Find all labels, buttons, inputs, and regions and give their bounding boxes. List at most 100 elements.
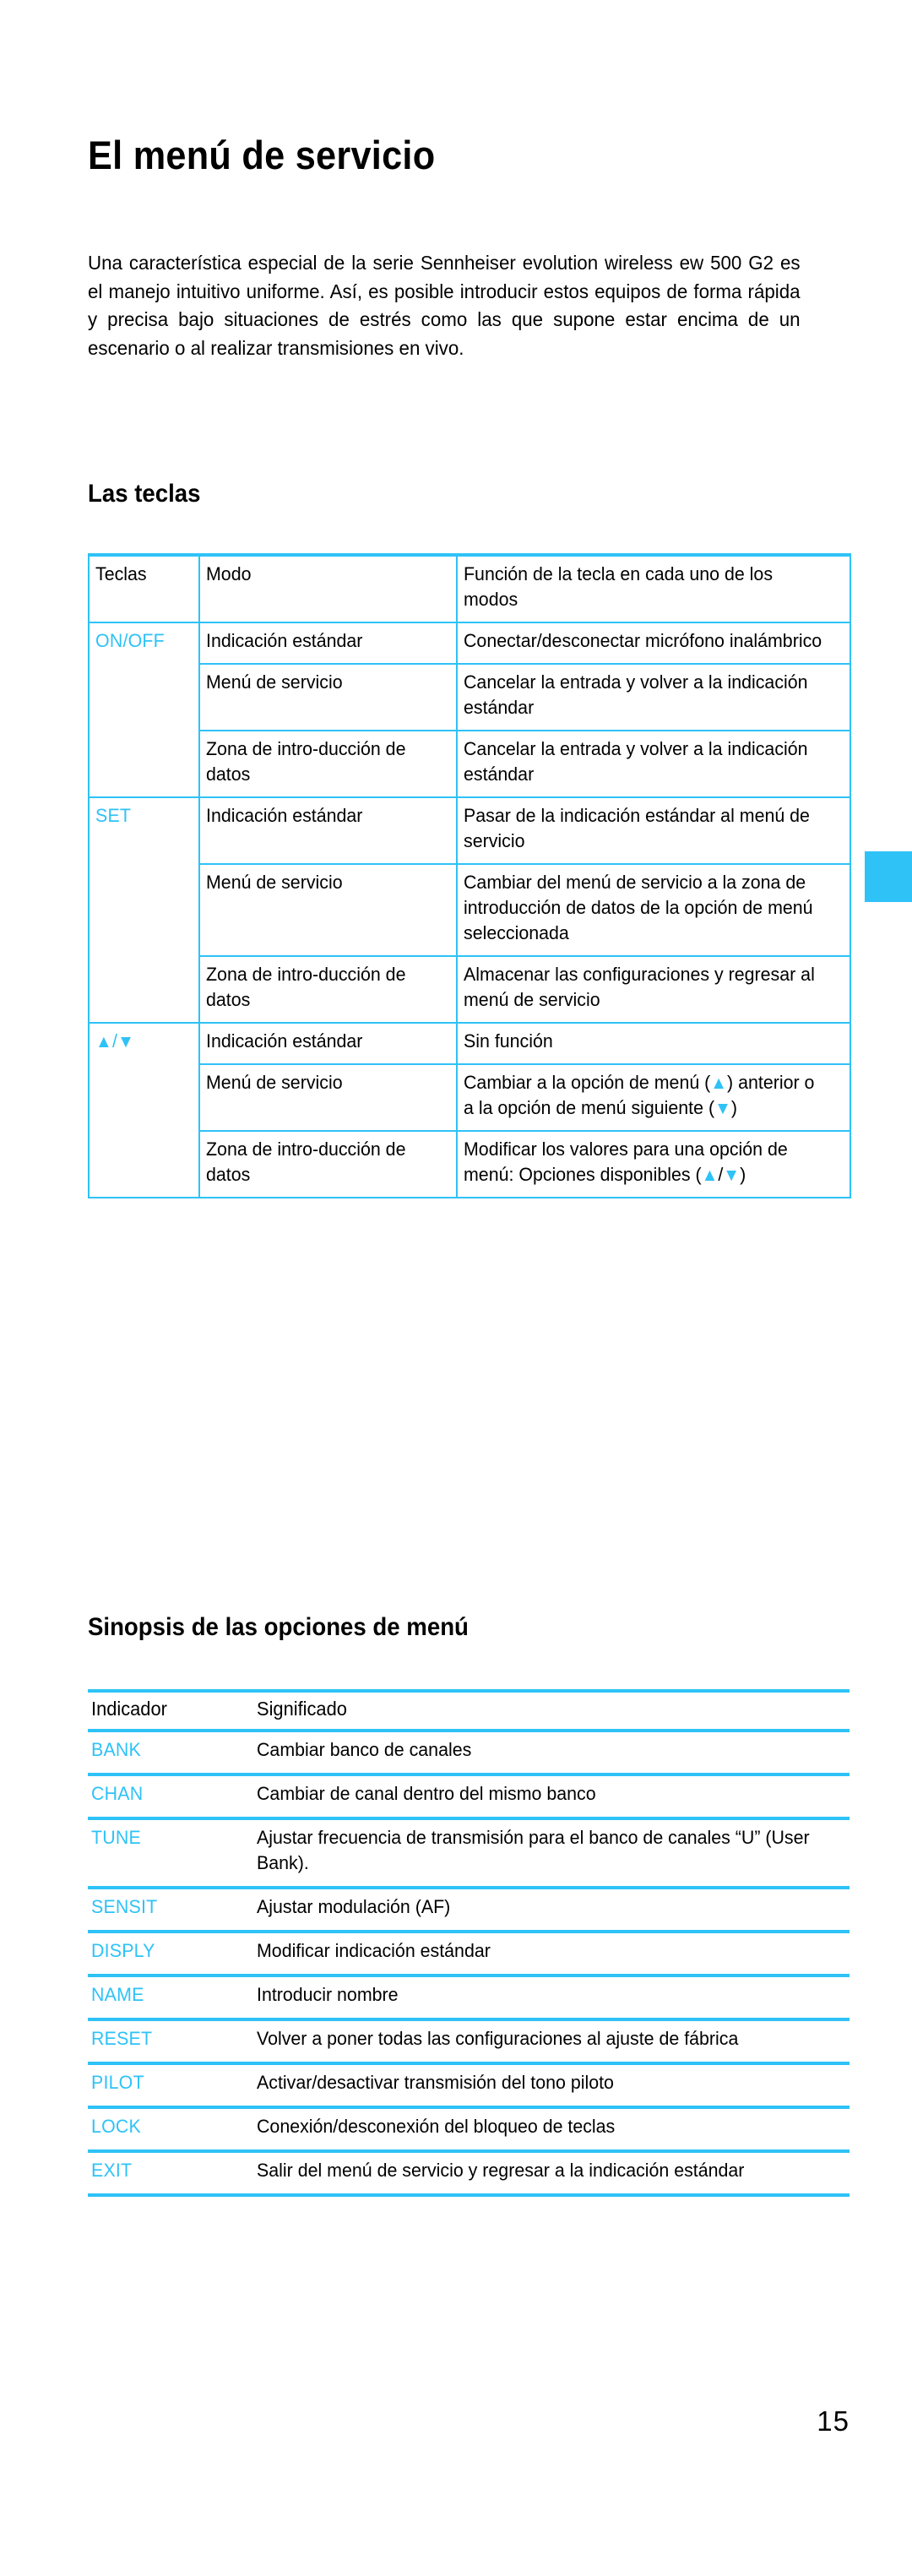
menu-code-reset: RESET [91,2028,153,2049]
function-cell: Cambiar a la opción de menú (▲) anterior… [456,1063,851,1132]
mode-cell: Menú de servicio [198,1063,458,1132]
mode-cell: Indicación estándar [198,1022,458,1065]
table-row: BANK Cambiar banco de canales [88,1729,850,1774]
function-label: Modificar los valores para una opción de… [464,1139,788,1185]
function-label: Sin función [464,1030,553,1052]
indicator-cell: CHAN [88,1773,253,1818]
menu-code-name: NAME [91,1984,144,2005]
table-row: Zona de intro-ducción de datos Cancelar … [89,730,851,798]
section-heading-menu-options: Sinopsis de las opciones de menú [88,1613,469,1641]
meaning-label: Ajustar frecuencia de transmisión para e… [257,1827,810,1873]
meaning-cell: Salir del menú de servicio y regresar a … [253,2149,850,2197]
function-cell: Conectar/desconectar micrófono inalámbri… [456,622,851,665]
function-label: Conectar/desconectar micrófono inalámbri… [464,630,822,651]
mode-label: Zona de intro-ducción de datos [206,738,406,785]
header-indicator: Indicador [88,1689,253,1731]
arrow-down-icon: ▼ [117,1032,135,1052]
key-cell-set: SET [88,796,200,1024]
indicator-cell: LOCK [88,2106,253,2151]
table-row: TUNE Ajustar frecuencia de transmisión p… [88,1817,850,1888]
mode-label: Menú de servicio [206,872,343,893]
menu-code-sensit: SENSIT [91,1896,158,1917]
table-row: ▲/▼ Indicación estándar Sin función [88,1022,851,1198]
key-label-onoff: ON/OFF [95,630,165,651]
chapter-edge-tab-marker [865,851,912,902]
mode-cell: Zona de intro-ducción de datos [198,1130,458,1198]
intro-text: Una característica especial de la serie … [88,252,801,359]
mode-cell: Menú de servicio [198,663,458,731]
meaning-cell: Ajustar modulación (AF) [253,1886,850,1932]
indicator-cell: NAME [88,1974,253,2019]
meaning-cell: Volver a poner todas las configuraciones… [253,2018,850,2063]
meaning-cell: Introducir nombre [253,1974,850,2019]
meaning-label: Modificar indicación estándar [257,1940,491,1961]
function-label: Cancelar la entrada y volver a la indica… [464,738,808,785]
header-meaning-label: Significado [257,1698,347,1720]
key-cell-onoff: ON/OFF [88,622,200,798]
mode-cell: Indicación estándar [198,796,458,865]
meaning-cell: Conexión/desconexión del bloqueo de tecl… [253,2106,850,2151]
mode-label: Zona de intro-ducción de datos [206,1139,406,1185]
table-row: Menú de servicio Cambiar del menú de ser… [89,863,851,957]
menu-code-lock: LOCK [91,2116,141,2137]
function-label: Pasar de la indicación estándar al menú … [464,805,810,851]
menu-code-bank: BANK [91,1739,141,1760]
table-row: ON/OFF Indicación estándar Conectar/desc… [88,622,851,798]
mode-cell: Indicación estándar [198,622,458,665]
meaning-cell: Cambiar de canal dentro del mismo banco [253,1773,850,1818]
indicator-cell: EXIT [88,2149,253,2197]
mode-cell: Zona de intro-ducción de datos [198,730,458,798]
intro-paragraph: Una característica especial de la serie … [88,249,801,362]
meaning-label: Conexión/desconexión del bloqueo de tecl… [257,2116,616,2137]
function-cell: Cancelar la entrada y volver a la indica… [456,730,851,798]
table-row: LOCK Conexión/desconexión del bloqueo de… [88,2106,850,2151]
indicator-cell: DISPLY [88,1930,253,1975]
function-cell: Cambiar del menú de servicio a la zona d… [456,863,851,957]
menu-code-exit: EXIT [91,2160,133,2181]
table-row: SENSIT Ajustar modulación (AF) [88,1886,850,1932]
keys-table: Teclas Modo Función de la tecla en cada … [88,553,851,1198]
meaning-label: Volver a poner todas las configuraciones… [257,2028,739,2049]
function-label: Cambiar del menú de servicio a la zona d… [464,872,813,943]
indicator-cell: BANK [88,1729,253,1774]
keys-table-container: Teclas Modo Función de la tecla en cada … [88,553,851,1198]
header-indicator-label: Indicador [91,1698,167,1720]
indicator-cell: RESET [88,2018,253,2063]
header-meaning: Significado [253,1689,850,1731]
header-function: Función de la tecla en cada uno de los m… [456,553,851,623]
table-row: RESET Volver a poner todas las configura… [88,2018,850,2063]
table-row: Menú de servicio Cancelar la entrada y v… [89,663,851,731]
table-row: EXIT Salir del menú de servicio y regres… [88,2149,850,2197]
function-cell: Cancelar la entrada y volver a la indica… [456,663,851,731]
menu-options-table-container: Indicador Significado BANK Cambiar banco… [88,1689,850,2197]
meaning-label: Salir del menú de servicio y regresar a … [257,2160,745,2181]
mode-label: Indicación estándar [206,630,363,651]
mode-label: Zona de intro-ducción de datos [206,964,406,1010]
key-cell-arrows: ▲/▼ [88,1022,200,1198]
header-keys-label: Teclas [95,563,147,584]
table-row: SET Indicación estándar Pasar de la indi… [88,796,851,1024]
key-label-arrows: ▲/▼ [95,1030,135,1052]
function-cell: Pasar de la indicación estándar al menú … [456,796,851,865]
table-row: Menú de servicio Cambiar a la opción de … [89,1063,851,1132]
table-row: NAME Introducir nombre [88,1974,850,2019]
header-keys: Teclas [88,553,200,623]
meaning-cell: Ajustar frecuencia de transmisión para e… [253,1817,850,1888]
table-header-row: Teclas Modo Función de la tecla en cada … [88,553,851,623]
page-number: 15 [817,2405,850,2437]
page-title: El menú de servicio [88,133,436,177]
function-label: Almacenar las configuraciones y regresar… [464,964,815,1010]
function-label: Cancelar la entrada y volver a la indica… [464,671,808,718]
arrow-up-icon: ▲ [710,1073,728,1093]
menu-code-disply: DISPLY [91,1940,155,1961]
function-label: Cambiar a la opción de menú (▲) anterior… [464,1072,815,1118]
meaning-cell: Cambiar banco de canales [253,1729,850,1774]
meaning-label: Ajustar modulación (AF) [257,1896,451,1917]
arrow-down-icon: ▼ [723,1166,741,1185]
meaning-cell: Modificar indicación estándar [253,1930,850,1975]
meaning-cell: Activar/desactivar transmisión del tono … [253,2062,850,2107]
menu-code-chan: CHAN [91,1783,144,1804]
indicator-cell: TUNE [88,1817,253,1888]
header-mode-label: Modo [206,563,252,584]
mode-label: Menú de servicio [206,1072,343,1093]
